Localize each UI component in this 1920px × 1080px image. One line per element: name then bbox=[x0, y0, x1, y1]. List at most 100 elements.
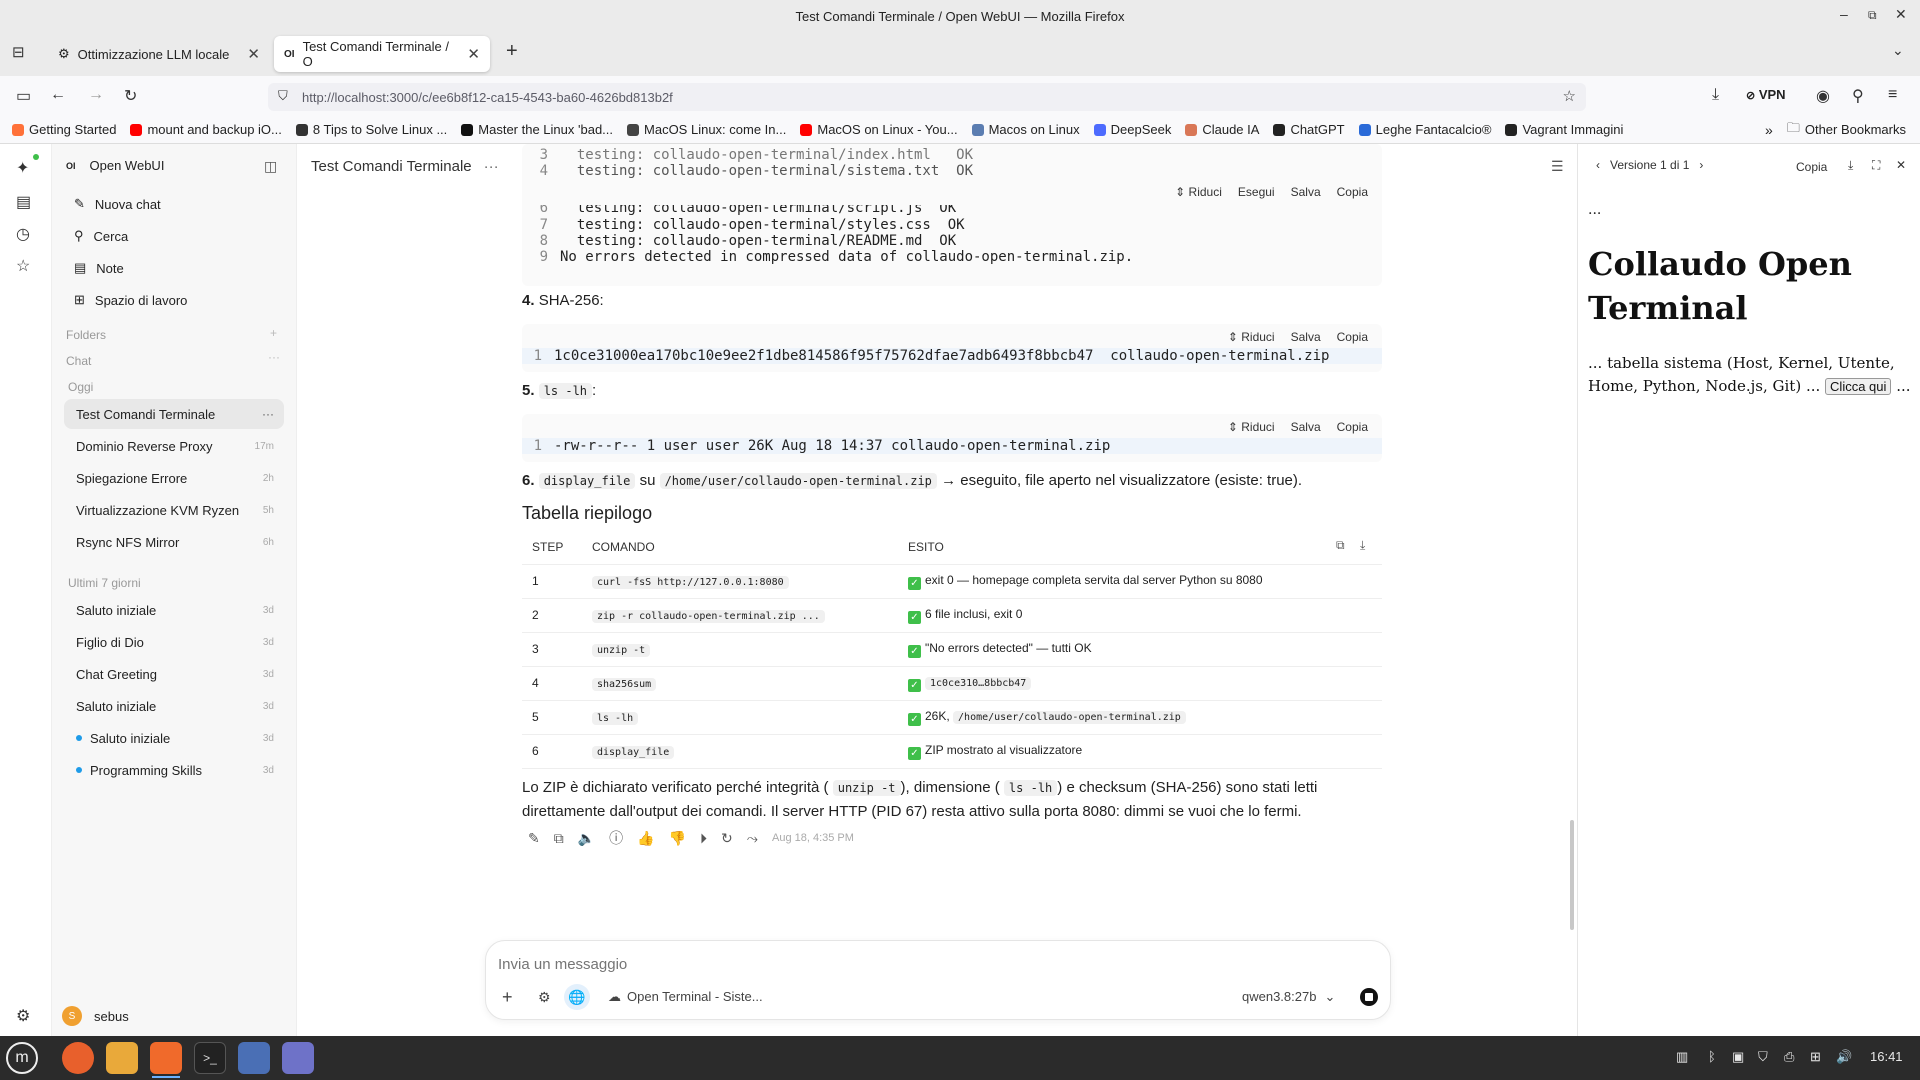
bookmark-item[interactable]: Vagrant Immagini bbox=[1505, 122, 1623, 137]
close-icon[interactable]: ✕ bbox=[1896, 158, 1906, 172]
info-icon[interactable]: ⓘ bbox=[609, 828, 623, 848]
folders-header[interactable]: Folders bbox=[66, 328, 106, 342]
speaker-icon[interactable]: 🔈 bbox=[578, 830, 595, 847]
add-folder-icon[interactable]: + bbox=[270, 326, 277, 340]
other-bookmarks[interactable]: 🗀 Other Bookmarks bbox=[1787, 119, 1906, 141]
chat-more-icon[interactable]: ··· bbox=[484, 158, 499, 175]
chat-item[interactable]: Saluto iniziale 3d bbox=[64, 691, 284, 721]
terminal-icon[interactable]: >_ bbox=[194, 1042, 226, 1074]
integrations-icon[interactable]: ⚙ bbox=[538, 989, 551, 1006]
settings-icon[interactable]: ⚙ bbox=[16, 1006, 30, 1026]
run-button[interactable]: Esegui bbox=[1238, 185, 1275, 205]
copy-button[interactable]: Copia bbox=[1337, 330, 1368, 348]
menu-icon[interactable]: ≡ bbox=[1888, 86, 1897, 104]
user-menu[interactable]: S sebus bbox=[62, 1006, 129, 1026]
shield-tray-icon[interactable]: ⛉ bbox=[1758, 1049, 1768, 1065]
scrollbar[interactable] bbox=[1570, 820, 1574, 930]
collapse-button[interactable]: ⇕ Riduci bbox=[1228, 330, 1275, 348]
chat-menu-icon[interactable]: ··· bbox=[262, 407, 274, 421]
bookmark-item[interactable]: MacOS on Linux - You... bbox=[800, 122, 958, 137]
save-button[interactable]: Salva bbox=[1291, 185, 1321, 205]
new-tab-icon[interactable]: + bbox=[506, 40, 518, 63]
bookmark-item[interactable]: Getting Started bbox=[12, 122, 116, 137]
tab-list-icon[interactable]: ⊟ bbox=[12, 43, 25, 61]
sidebar-toggle-icon[interactable]: ▭ bbox=[16, 86, 31, 106]
bookmark-item[interactable]: 8 Tips to Solve Linux ... bbox=[295, 122, 447, 137]
minimize-icon[interactable]: – bbox=[1840, 6, 1848, 22]
star-icon[interactable]: ☆ bbox=[16, 256, 30, 276]
extensions-icon[interactable]: ⚲ bbox=[1852, 86, 1864, 106]
save-button[interactable]: Salva bbox=[1291, 330, 1321, 348]
web-search-toggle[interactable]: 🌐 bbox=[564, 984, 590, 1010]
back-icon[interactable]: ← bbox=[50, 86, 66, 104]
stop-button[interactable] bbox=[1360, 988, 1378, 1006]
thumbs-down-icon[interactable]: 👎 bbox=[669, 830, 686, 847]
workspace-button[interactable]: ⊞ Spazio di lavoro bbox=[64, 292, 187, 308]
chat-item[interactable]: Rsync NFS Mirror 6h bbox=[64, 527, 284, 557]
notes-app-icon[interactable] bbox=[282, 1042, 314, 1074]
copy-icon[interactable]: ⧉ bbox=[554, 830, 564, 847]
bookmark-item[interactable]: Claude IA bbox=[1185, 122, 1259, 137]
bookmark-item[interactable]: DeepSeek bbox=[1093, 122, 1171, 137]
collapse-sidebar-icon[interactable]: ◫ bbox=[264, 158, 277, 175]
collapse-button[interactable]: ⇕ Riduci bbox=[1175, 185, 1222, 205]
mint-menu-icon[interactable]: m bbox=[6, 1042, 38, 1074]
continue-icon[interactable]: ⤳ bbox=[747, 830, 758, 847]
prev-version-icon[interactable]: ‹ bbox=[1596, 158, 1600, 172]
download-icon[interactable]: ⤓ bbox=[1848, 158, 1853, 173]
artifact-button[interactable]: Clicca qui bbox=[1825, 378, 1892, 395]
shield-icon[interactable]: ⛉ bbox=[278, 88, 288, 104]
chevron-down-icon[interactable]: ⌄ bbox=[1892, 42, 1904, 59]
sparkle-icon[interactable]: ✦ bbox=[16, 158, 29, 178]
bluetooth-icon[interactable]: ᛒ bbox=[1708, 1049, 1716, 1064]
copy-table-icon[interactable]: ⧉ bbox=[1336, 538, 1345, 553]
vpn-button[interactable]: ⊘ VPN bbox=[1746, 87, 1786, 102]
download-icon[interactable]: ⤓ bbox=[1712, 86, 1719, 104]
edit-icon[interactable]: ✎ bbox=[528, 830, 540, 847]
bookmark-panel-icon[interactable]: ▤ bbox=[16, 192, 31, 212]
clipboard-icon[interactable]: ▣ bbox=[1732, 1049, 1744, 1065]
tab-ottimizzazione[interactable]: ⚙ Ottimizzazione LLM locale ✕ bbox=[48, 36, 270, 72]
chat-item[interactable]: Saluto iniziale 3d bbox=[64, 595, 284, 625]
chat-item[interactable]: Saluto iniziale 3d bbox=[64, 723, 284, 753]
next-version-icon[interactable]: › bbox=[1699, 158, 1703, 172]
close-tab-icon[interactable]: ✕ bbox=[467, 45, 480, 63]
fullscreen-icon[interactable]: ⛶ bbox=[1872, 158, 1880, 173]
chat-item[interactable]: Figlio di Dio 3d bbox=[64, 627, 284, 657]
history-icon[interactable]: ◷ bbox=[16, 224, 30, 244]
files-icon[interactable] bbox=[106, 1042, 138, 1074]
chat-item[interactable]: Spiegazione Errore 2h bbox=[64, 463, 284, 493]
chat-item[interactable]: Chat Greeting 3d bbox=[64, 659, 284, 689]
url-bar[interactable]: ⛉ http://localhost:3000/c/ee6b8f12-ca15-… bbox=[268, 83, 1586, 111]
new-chat-button[interactable]: ✎ Nuova chat bbox=[64, 196, 161, 212]
save-button[interactable]: Salva bbox=[1291, 420, 1321, 438]
bookmark-item[interactable]: Leghe Fantacalcio® bbox=[1358, 122, 1491, 137]
controls-icon[interactable]: ☰ bbox=[1551, 158, 1564, 175]
close-window-icon[interactable]: ✕ bbox=[1895, 6, 1907, 23]
bookmark-item[interactable]: ChatGPT bbox=[1273, 122, 1345, 137]
bookmark-item[interactable]: mount and backup iO... bbox=[130, 122, 282, 137]
screenshot-icon[interactable] bbox=[238, 1042, 270, 1074]
ubuntu-app-icon[interactable] bbox=[62, 1042, 94, 1074]
maximize-icon[interactable]: ⧉ bbox=[1868, 8, 1877, 23]
volume-icon[interactable]: 🔊 bbox=[1836, 1049, 1852, 1065]
notes-button[interactable]: ▤ Note bbox=[64, 260, 124, 276]
model-selector[interactable]: qwen3.8:27b ⌄ bbox=[1242, 989, 1335, 1005]
message-input[interactable] bbox=[498, 953, 1358, 975]
chat-item[interactable]: Programming Skills 3d bbox=[64, 755, 284, 785]
sidebar-brand[interactable]: OI Open WebUI bbox=[66, 158, 164, 173]
account-icon[interactable]: ◉ bbox=[1816, 86, 1830, 106]
more-icon[interactable]: ··· bbox=[268, 350, 280, 364]
artifact-copy-button[interactable]: Copia bbox=[1796, 160, 1827, 174]
copy-button[interactable]: Copia bbox=[1337, 185, 1368, 205]
tab-test-comandi[interactable]: OI Test Comandi Terminale / O ✕ bbox=[274, 36, 490, 72]
clock[interactable]: 16:41 bbox=[1870, 1049, 1903, 1064]
bookmark-star-icon[interactable]: ☆ bbox=[1563, 87, 1576, 105]
bookmark-item[interactable]: MacOS Linux: come In... bbox=[627, 122, 786, 137]
network-icon[interactable]: ⊞ bbox=[1810, 1049, 1821, 1065]
thumbs-up-icon[interactable]: 👍 bbox=[637, 830, 654, 847]
chat-header[interactable]: Chat bbox=[66, 354, 91, 368]
terminal-tool-chip[interactable]: ☁ Open Terminal - Siste... bbox=[608, 989, 763, 1005]
close-tab-icon[interactable]: ✕ bbox=[247, 45, 260, 63]
chat-item[interactable]: Dominio Reverse Proxy 17m bbox=[64, 431, 284, 461]
